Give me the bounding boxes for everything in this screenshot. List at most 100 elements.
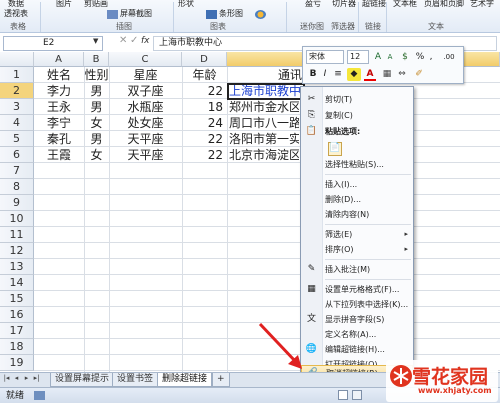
ribbon-wordart[interactable]: 艺术字	[470, 0, 494, 9]
cell-d2[interactable]: 22	[182, 83, 227, 99]
menu-item-define-name[interactable]: 定义名称(A)...	[301, 327, 413, 342]
row-header[interactable]: 2	[0, 83, 34, 99]
ribbon-hyperlink[interactable]: 超链接	[362, 0, 386, 9]
normal-view-icon[interactable]	[338, 390, 348, 400]
menu-item-pick-from-list[interactable]: 从下拉列表中选择(K)...	[301, 297, 413, 312]
row-header[interactable]: 10	[0, 211, 34, 227]
select-all-corner[interactable]	[0, 52, 34, 67]
cell-e5[interactable]: 洛阳市第一实验	[227, 131, 299, 147]
menu-item-edit-hyperlink[interactable]: 🌐 编辑超链接(H)...	[301, 342, 413, 357]
comma-format-button[interactable]: ,	[427, 51, 435, 64]
cell-c3[interactable]: 水瓶座	[109, 99, 182, 115]
menu-item-insert[interactable]: 插入(I)...	[301, 177, 413, 192]
cell-c2[interactable]: 双子座	[109, 83, 182, 99]
menu-item-filter[interactable]: 筛选(E) ▸	[301, 227, 413, 242]
ribbon-screenshot[interactable]: 屏幕截图	[120, 8, 152, 19]
cell-c6[interactable]: 天平座	[109, 147, 182, 163]
paste-icon[interactable]: 📄	[328, 142, 342, 156]
font-size-box[interactable]: 12	[347, 50, 369, 64]
menu-item-delete[interactable]: 删除(D)...	[301, 192, 413, 207]
cell-e4[interactable]: 周口市八一路	[227, 115, 299, 131]
shrink-font-icon[interactable]: A	[385, 51, 395, 64]
row-header[interactable]: 15	[0, 291, 34, 307]
font-name-box[interactable]: 宋体	[306, 50, 344, 64]
macro-record-icon[interactable]	[34, 391, 45, 400]
row-header[interactable]: 16	[0, 307, 34, 323]
percent-format-button[interactable]: %	[415, 51, 425, 64]
column-header-b[interactable]: B	[84, 52, 109, 67]
cell-b1[interactable]: 性别	[84, 67, 109, 83]
menu-item-show-phonetic[interactable]: 文显示拼音字段(S)	[301, 312, 413, 327]
decimal-button[interactable]: .00	[437, 51, 461, 64]
cell-a3[interactable]: 王永	[34, 99, 84, 115]
column-header-d[interactable]: D	[182, 52, 227, 67]
cell-b5[interactable]: 男	[84, 131, 109, 147]
row-header[interactable]: 1	[0, 67, 34, 83]
page-layout-icon[interactable]	[352, 390, 362, 400]
worksheet-grid[interactable]: A B C D E 1 2 3 4 5 6 7 8 9 10 11 12 13 …	[0, 52, 500, 372]
insert-function-button[interactable]: fx	[141, 36, 150, 46]
row-header[interactable]: 8	[0, 179, 34, 195]
column-header-a[interactable]: A	[34, 52, 84, 67]
last-sheet-icon[interactable]: ▸|	[32, 374, 41, 382]
cell-d4[interactable]: 24	[182, 115, 227, 131]
row-header[interactable]: 6	[0, 147, 34, 163]
new-sheet-button[interactable]: +	[212, 373, 230, 387]
cell-a2[interactable]: 李力	[34, 83, 84, 99]
borders-icon[interactable]: ▦	[381, 68, 393, 81]
bold-button[interactable]: B	[308, 68, 318, 81]
cell-a6[interactable]: 王霞	[34, 147, 84, 163]
cell-b3[interactable]: 男	[84, 99, 109, 115]
row-header[interactable]: 14	[0, 275, 34, 291]
cell-d1[interactable]: 年龄	[182, 67, 227, 83]
row-header[interactable]: 11	[0, 227, 34, 243]
cell-e3[interactable]: 郑州市金水区	[227, 99, 299, 115]
cell-b4[interactable]: 女	[84, 115, 109, 131]
name-box[interactable]: E2	[3, 36, 103, 51]
ribbon-shapes[interactable]: 形状	[178, 0, 194, 9]
sheet-tab-active[interactable]: 删除超链接	[157, 373, 213, 387]
cell-d3[interactable]: 18	[182, 99, 227, 115]
menu-item-format-cells[interactable]: ▦ 设置单元格格式(F)...	[301, 282, 413, 297]
menu-item-cut[interactable]: ✂ 剪切(T)	[301, 92, 413, 107]
ribbon-header-footer[interactable]: 页眉和页脚	[424, 0, 464, 9]
row-header[interactable]: 18	[0, 339, 34, 355]
ribbon-bar-chart[interactable]: 条形图	[219, 8, 243, 19]
cell-b2[interactable]: 男	[84, 83, 109, 99]
row-header[interactable]: 5	[0, 131, 34, 147]
ribbon-slicer[interactable]: 切片器	[332, 0, 356, 9]
cell-b6[interactable]: 女	[84, 147, 109, 163]
cell-a4[interactable]: 李宁	[34, 115, 84, 131]
cell-d6[interactable]: 22	[182, 147, 227, 163]
menu-item-insert-comment[interactable]: ✎ 插入批注(M)	[301, 262, 413, 277]
menu-item-clear-contents[interactable]: 清除内容(N)	[301, 207, 413, 222]
cell-e6[interactable]: 北京市海淀区	[227, 147, 299, 163]
column-header-c[interactable]: C	[109, 52, 182, 67]
italic-button[interactable]: I	[320, 68, 330, 81]
cancel-icon[interactable]: ✕	[119, 35, 127, 46]
menu-item-paste-special[interactable]: 选择性粘贴(S)...	[301, 157, 413, 172]
cell-c4[interactable]: 处女座	[109, 115, 182, 131]
format-painter-icon[interactable]: ✐	[413, 68, 425, 81]
cell-c1[interactable]: 星座	[109, 67, 182, 83]
menu-item-copy[interactable]: ⎘ 复制(C)	[301, 108, 413, 123]
row-header[interactable]: 9	[0, 195, 34, 211]
currency-format-icon[interactable]: $	[399, 51, 411, 64]
first-sheet-icon[interactable]: |◂	[2, 374, 11, 382]
row-header[interactable]: 13	[0, 259, 34, 275]
prev-sheet-icon[interactable]: ◂	[12, 374, 21, 382]
cell-a5[interactable]: 秦孔	[34, 131, 84, 147]
cell-c5[interactable]: 天平座	[109, 131, 182, 147]
ribbon-picture[interactable]: 图片	[56, 0, 72, 9]
enter-icon[interactable]: ✓	[130, 35, 138, 46]
chevron-down-icon[interactable]: ▼	[93, 37, 98, 45]
row-header[interactable]: 4	[0, 115, 34, 131]
align-center-button[interactable]: ≡	[332, 68, 344, 81]
fill-color-icon[interactable]: ◆	[347, 68, 361, 81]
menu-item-sort[interactable]: 排序(O) ▸	[301, 242, 413, 257]
sheet-tab[interactable]: 设置屏幕提示	[50, 373, 115, 387]
merge-icon[interactable]: ⇔	[396, 68, 408, 81]
menu-item-paste-default[interactable]: 📄	[301, 139, 413, 159]
ribbon-clipart[interactable]: 剪贴画	[84, 0, 108, 9]
next-sheet-icon[interactable]: ▸	[22, 374, 31, 382]
